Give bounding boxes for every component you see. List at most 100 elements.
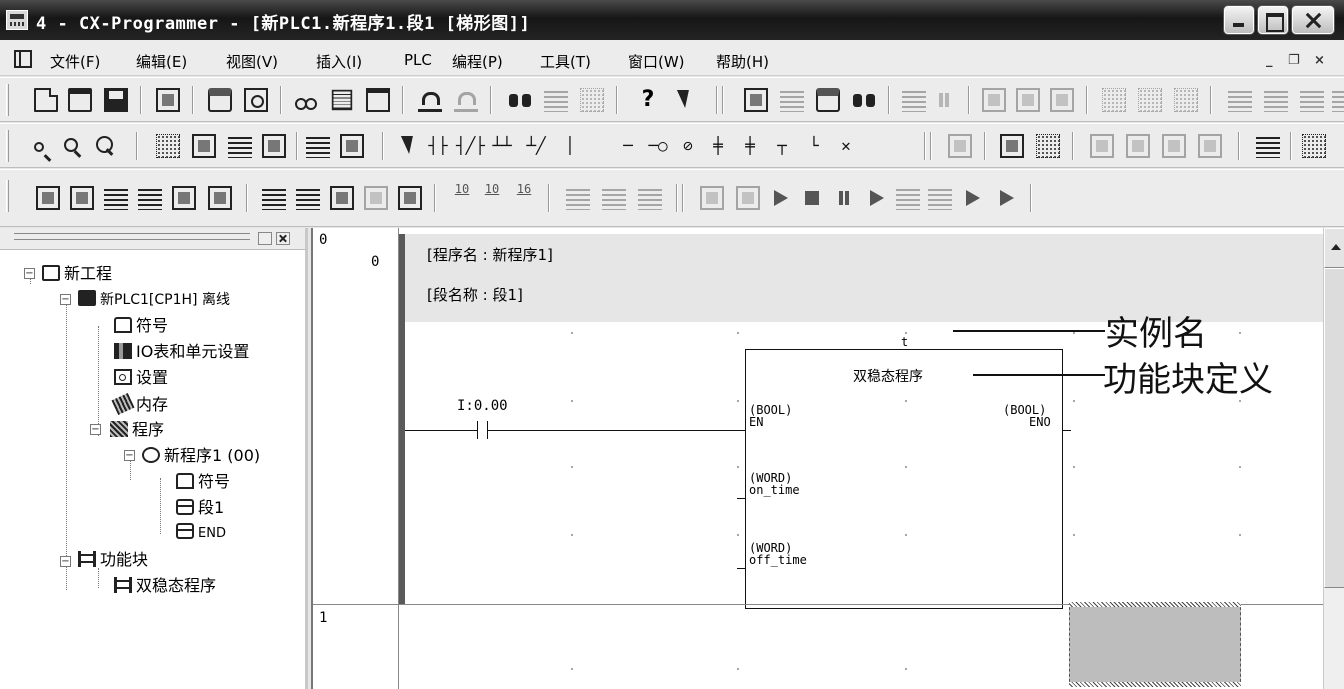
cross-reference-icon[interactable]: [580, 88, 604, 112]
zoom-icon[interactable]: [34, 142, 44, 152]
pause-sim-icon[interactable]: [832, 186, 856, 210]
online-icon[interactable]: [780, 88, 804, 112]
step-out-icon[interactable]: [638, 186, 662, 210]
expand-plc[interactable]: −: [60, 294, 71, 305]
print-setup-icon[interactable]: [156, 88, 180, 112]
vertical-line-icon[interactable]: │: [558, 134, 582, 158]
properties-icon[interactable]: [208, 186, 232, 210]
program-check-icon[interactable]: [1036, 134, 1060, 158]
toolbar-grip[interactable]: [6, 84, 9, 116]
redo-icon[interactable]: [454, 88, 478, 112]
compare-icon[interactable]: [982, 88, 1006, 112]
monitor-icon[interactable]: [816, 88, 840, 112]
mdi-minimize-button[interactable]: _: [1266, 53, 1273, 68]
vertical-scrollbar[interactable]: [1323, 228, 1344, 689]
fb-parameter-icon[interactable]: ┬: [770, 134, 794, 158]
tree-end-section[interactable]: END: [176, 522, 226, 546]
nc-contact-icon[interactable]: ┤╱├: [456, 134, 485, 158]
tree-section1[interactable]: 段1: [176, 496, 224, 520]
io-table-tool-icon[interactable]: [1264, 88, 1288, 112]
plc-mode-icon[interactable]: [1102, 88, 1126, 112]
workspace-grip[interactable]: [14, 233, 250, 240]
nc-coil-icon[interactable]: ⊘: [676, 134, 700, 158]
cross-reference-report-icon[interactable]: [262, 186, 286, 210]
copy-icon[interactable]: [331, 89, 353, 111]
ladder-editor[interactable]: 0 0 1 [程序名 : 新程序1] [段名称 : 段1] I:0.00 t 双…: [311, 228, 1344, 689]
force-off-icon[interactable]: [1126, 134, 1150, 158]
menu-plc[interactable]: PLC: [404, 51, 432, 69]
monitor-window-icon[interactable]: [262, 134, 286, 158]
workspace-close-button[interactable]: [276, 232, 290, 245]
function-block[interactable]: [745, 349, 1063, 609]
tree-plc[interactable]: 新PLC1[CP1H] 离线: [78, 288, 230, 312]
step-10b-button[interactable]: 10: [480, 182, 504, 206]
close-button[interactable]: [1292, 6, 1334, 34]
properties-window-icon[interactable]: [172, 186, 196, 210]
tree-program1[interactable]: 新程序1 (00): [142, 444, 260, 468]
tree-settings[interactable]: 设置: [114, 366, 168, 390]
mdi-close-button[interactable]: ×: [1314, 53, 1325, 68]
expand-function-blocks[interactable]: −: [60, 556, 71, 567]
grid-toggle-icon[interactable]: [156, 134, 180, 158]
warning-icon[interactable]: [744, 88, 768, 112]
step-execute-icon[interactable]: [896, 186, 920, 210]
expand-program1[interactable]: −: [124, 450, 135, 461]
expand-programs[interactable]: −: [90, 424, 101, 435]
stop-icon[interactable]: [800, 186, 824, 210]
new-file-icon[interactable]: [34, 88, 58, 112]
step-16-button[interactable]: 16: [512, 182, 536, 206]
tree-symbols[interactable]: 符号: [114, 314, 168, 338]
output-window-icon[interactable]: [70, 186, 94, 210]
tree-function-blocks[interactable]: 功能块: [78, 548, 148, 572]
step-over-icon[interactable]: [602, 186, 626, 210]
simulation-icon[interactable]: [700, 186, 724, 210]
menu-view[interactable]: 视图(V): [226, 51, 278, 72]
print-icon[interactable]: [208, 88, 232, 112]
memory-card-icon[interactable]: [1228, 88, 1252, 112]
diagnostics-icon[interactable]: [852, 88, 876, 112]
fb-call-icon[interactable]: ╪: [738, 134, 762, 158]
or-contact-icon[interactable]: ┴┴: [490, 134, 514, 158]
plc-info-icon[interactable]: [1138, 88, 1162, 112]
horizontal-line-icon[interactable]: ─: [616, 134, 640, 158]
more-tools-icon[interactable]: [1332, 88, 1344, 112]
force-cancel-icon[interactable]: [1162, 134, 1186, 158]
simulation-settings-icon[interactable]: [736, 186, 760, 210]
scroll-up-button[interactable]: [1324, 228, 1344, 268]
address-reference-icon[interactable]: [138, 186, 162, 210]
time-chart-icon[interactable]: [1302, 134, 1326, 158]
upload-icon[interactable]: [1050, 88, 1074, 112]
or-nc-contact-icon[interactable]: ┴╱: [524, 134, 548, 158]
mdi-restore-button[interactable]: ❐: [1288, 53, 1300, 68]
tree-project[interactable]: 新工程: [42, 262, 112, 286]
online-edit-icon[interactable]: [948, 134, 972, 158]
tree-programs[interactable]: 程序: [110, 418, 164, 442]
comment-display-icon[interactable]: [192, 134, 216, 158]
menu-program[interactable]: 编程(P): [452, 51, 503, 72]
pause-icon[interactable]: [932, 88, 956, 112]
rung-list-icon[interactable]: [228, 134, 252, 158]
zoom-in-icon[interactable]: [64, 138, 78, 152]
maximize-button[interactable]: [1258, 6, 1288, 34]
select-mode-icon[interactable]: [394, 134, 418, 158]
tree-fb-bistable[interactable]: 双稳态程序: [114, 574, 216, 598]
step-in-icon[interactable]: [566, 186, 590, 210]
save-icon[interactable]: [104, 88, 128, 112]
watch-window-icon[interactable]: [104, 186, 128, 210]
paste-icon[interactable]: [366, 88, 390, 112]
set-value-icon[interactable]: [1198, 134, 1222, 158]
unit-setup-icon[interactable]: [1300, 88, 1324, 112]
force-on-icon[interactable]: [1090, 134, 1114, 158]
cut-icon[interactable]: [294, 88, 318, 112]
context-help-icon[interactable]: [670, 88, 694, 112]
print-preview-icon[interactable]: [244, 88, 268, 112]
menu-file[interactable]: 文件(F): [50, 51, 100, 72]
transfer-icon[interactable]: [902, 88, 926, 112]
toolbar-grip[interactable]: [6, 130, 9, 162]
cursor-cell[interactable]: [1069, 602, 1241, 687]
minimize-button[interactable]: [1224, 6, 1254, 34]
open-folder-icon[interactable]: [68, 88, 92, 112]
fast-forward-icon[interactable]: [960, 186, 984, 210]
compile-icon[interactable]: [1000, 134, 1024, 158]
menu-insert[interactable]: 插入(I): [316, 51, 362, 72]
